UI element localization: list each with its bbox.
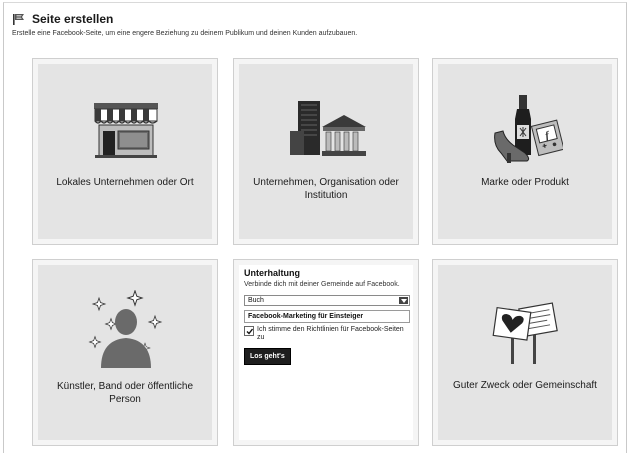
category-label: Unternehmen, Organisation oder Instituti… — [253, 177, 399, 201]
category-label: Marke oder Produkt — [481, 177, 569, 188]
category-select-value: Buch — [248, 297, 264, 304]
flag-icon — [13, 14, 24, 25]
page-subtitle: Erstelle eine Facebook-Seite, um eine en… — [12, 30, 358, 37]
page-header: Seite erstellen — [12, 11, 113, 27]
form-description: Verbinde dich mit deiner Gemeinde auf Fa… — [244, 281, 400, 288]
form-heading: Unterhaltung — [244, 268, 300, 278]
terms-checkbox[interactable] — [244, 326, 254, 336]
category-select[interactable]: Buch — [244, 295, 410, 306]
page-title: Seite erstellen — [32, 12, 114, 26]
page-name-input[interactable]: Facebook-Marketing für Einsteiger — [244, 310, 410, 323]
category-local-business[interactable]: Lokales Unternehmen oder Ort — [32, 58, 218, 245]
star-person-icon — [89, 290, 162, 368]
category-artist[interactable]: Künstler, Band oder öffentliche Person — [32, 259, 218, 446]
products-icon: f — [494, 95, 563, 163]
chevron-down-icon[interactable] — [399, 297, 408, 304]
checkmark-icon — [246, 328, 253, 335]
category-label: Lokales Unternehmen oder Ort — [56, 177, 194, 188]
storefront-icon — [94, 103, 158, 158]
buildings-icon — [290, 101, 366, 156]
entertainment-form: Unterhaltung Verbinde dich mit deiner Ge… — [244, 268, 410, 365]
terms-row: Ich stimme den Richtlinien für Facebook-… — [244, 326, 410, 342]
submit-button[interactable]: Los geht's — [244, 348, 291, 365]
category-company[interactable]: Unternehmen, Organisation oder Instituti… — [233, 58, 419, 245]
category-brand[interactable]: f Marke oder Produkt — [432, 58, 618, 245]
category-entertainment[interactable]: Unterhaltung Verbinde dich mit deiner Ge… — [233, 259, 419, 446]
category-cause[interactable]: Guter Zweck oder Gemeinschaft — [432, 259, 618, 446]
terms-label: Ich stimme den Richtlinien für Facebook-… — [257, 326, 404, 341]
signs-icon — [492, 302, 558, 364]
category-label: Guter Zweck oder Gemeinschaft — [453, 380, 597, 391]
category-label: Künstler, Band oder öffentliche Person — [56, 381, 194, 405]
